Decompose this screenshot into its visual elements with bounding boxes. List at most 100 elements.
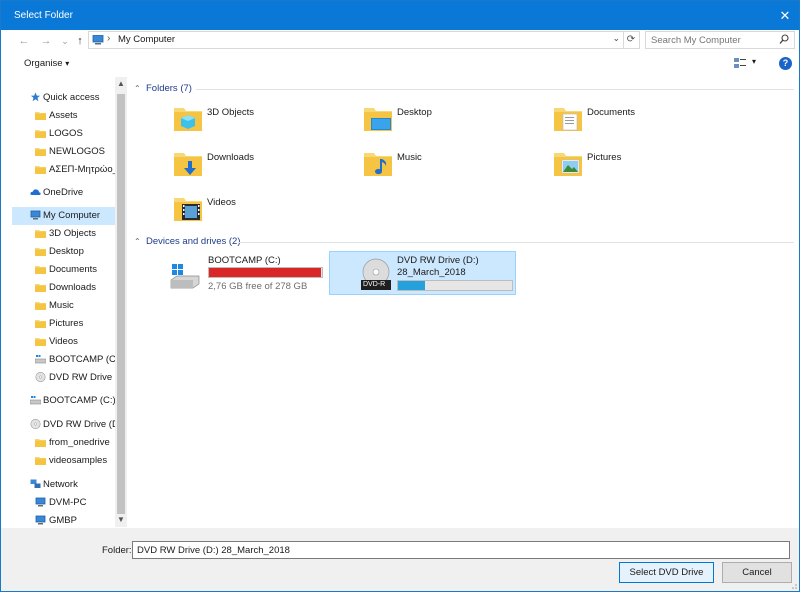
drive-dvd-rw-d[interactable]: DVD-R DVD RW Drive (D:) 28_March_2018 — [329, 251, 516, 295]
drive-icon — [30, 396, 41, 405]
sidebar-item-bootcamp-c[interactable]: BOOTCAMP (C:) — [12, 351, 115, 369]
sidebar-item-desktop[interactable]: Desktop — [12, 243, 115, 261]
drives-group-header[interactable]: ⌃ Devices and drives (2) — [134, 236, 794, 250]
sidebar-item-assets[interactable]: Assets — [12, 107, 115, 125]
sidebar-item-quick-access[interactable]: Quick access — [12, 89, 115, 107]
sidebar-item-label: GMBP — [49, 515, 77, 526]
folder-music[interactable]: Music — [363, 146, 543, 186]
drives-group-title: Devices and drives (2) — [146, 236, 241, 247]
view-options-icon[interactable] — [734, 58, 746, 68]
folder-downloads[interactable]: Downloads — [173, 146, 353, 186]
sidebar-item-network[interactable]: Network — [12, 476, 115, 494]
folder-music-icon — [364, 153, 392, 176]
forward-button[interactable]: → — [38, 33, 54, 49]
recent-locations-button[interactable]: ⌄ — [57, 33, 73, 49]
folder-icon — [35, 266, 46, 274]
star-icon — [30, 92, 41, 102]
drive-usage-fill — [209, 268, 321, 277]
sidebar-item-gmbp[interactable]: GMBP — [12, 512, 115, 527]
folder-3d-objects[interactable]: 3D Objects — [173, 101, 353, 141]
folder-icon — [35, 320, 46, 328]
sidebar-item-3d-objects[interactable]: 3D Objects — [12, 225, 115, 243]
address-dropdown-icon[interactable]: ⌄ — [612, 33, 620, 44]
folder-icon — [35, 130, 46, 138]
sidebar-item-bootcamp-c-root[interactable]: BOOTCAMP (C:) — [12, 392, 115, 410]
help-button[interactable]: ? — [779, 57, 792, 70]
breadcrumb-my-computer[interactable]: My Computer — [118, 34, 175, 45]
folder-icon — [35, 148, 46, 156]
folder-desktop[interactable]: Desktop — [363, 101, 543, 141]
navigation-scrollbar[interactable]: ▲ ▼ — [115, 77, 127, 527]
sidebar-item-pictures[interactable]: Pictures — [12, 315, 115, 333]
sidebar-item-label: Documents — [49, 264, 98, 275]
sidebar-item-label: 3D Objects — [49, 228, 96, 239]
folder-field-label: Folder: — [102, 545, 132, 556]
sidebar-item-label: DVM-PC — [49, 497, 87, 508]
sidebar-item-dvm-pc[interactable]: DVM-PC — [12, 494, 115, 512]
sidebar-item-logos[interactable]: LOGOS — [12, 125, 115, 143]
up-button[interactable]: ↑ — [72, 33, 88, 49]
folder-icon — [35, 439, 46, 447]
organise-menu[interactable]: Organise ▾ — [24, 58, 69, 69]
sidebar-item-music[interactable]: Music — [12, 297, 115, 315]
sidebar-item-label: Pictures — [49, 318, 84, 329]
sidebar-item-dvd-drive-root[interactable]: DVD RW Drive (D:) — [12, 416, 115, 434]
search-box[interactable] — [645, 31, 795, 49]
cancel-button[interactable]: Cancel — [722, 562, 792, 583]
close-button[interactable]: ✕ — [771, 1, 799, 30]
sidebar-item-my-computer[interactable]: My Computer — [12, 207, 115, 225]
sidebar-item-newlogos[interactable]: NEWLOGOS — [12, 143, 115, 161]
content-pane: ⌃ Folders (7) 3D Objects Desktop Document… — [129, 77, 799, 527]
sidebar-item-videos[interactable]: Videos — [12, 333, 115, 351]
folders-group-header[interactable]: ⌃ Folders (7) — [134, 83, 794, 97]
back-button[interactable]: ← — [16, 33, 32, 49]
search-input[interactable] — [646, 32, 771, 48]
drive-name: DVD RW Drive (D:) — [397, 255, 479, 266]
sidebar-item-label: ΑΣΕΠ-Μητρώο_ — [49, 164, 115, 175]
dialog-title: Select Folder — [14, 10, 73, 21]
sidebar-item-dvd-drive[interactable]: DVD RW Drive (D: — [12, 369, 115, 387]
sidebar-item-documents[interactable]: Documents — [12, 261, 115, 279]
computer-icon — [35, 515, 46, 525]
drive-icon — [35, 355, 46, 364]
view-options-caret-icon[interactable]: ▾ — [752, 57, 756, 66]
sidebar-item-label: BOOTCAMP (C:) — [49, 354, 115, 365]
sidebar-item-downloads[interactable]: Downloads — [12, 279, 115, 297]
computer-icon — [92, 35, 104, 45]
scroll-down-icon[interactable]: ▼ — [115, 513, 127, 527]
sidebar-item-label: videosamples — [49, 455, 108, 466]
folder-icon — [35, 284, 46, 292]
dvd-disc-label: DVD-R — [363, 281, 386, 288]
disc-icon — [30, 419, 41, 429]
address-bar[interactable]: › My Computer ⌄ — [88, 31, 624, 49]
drive-bootcamp-c[interactable]: BOOTCAMP (C:) 2,76 GB free of 278 GB — [165, 252, 325, 296]
select-dvd-drive-button[interactable]: Select DVD Drive — [619, 562, 714, 583]
sidebar-item-label: from_onedrive — [49, 437, 110, 448]
folder-label: Music — [397, 152, 422, 163]
folder-videos[interactable]: Videos — [173, 191, 353, 231]
computer-icon — [30, 210, 41, 220]
scroll-up-icon[interactable]: ▲ — [115, 77, 127, 91]
sidebar-item-label: DVD RW Drive (D:) — [43, 419, 115, 430]
folder-3d-objects-icon — [174, 108, 202, 131]
collapse-chevron-icon[interactable]: ⌃ — [134, 84, 146, 93]
resize-grip-icon[interactable] — [789, 581, 797, 589]
folder-documents[interactable]: Documents — [553, 101, 733, 141]
sidebar-item-label: Videos — [49, 336, 78, 347]
group-divider — [238, 242, 794, 243]
search-icon — [779, 34, 789, 44]
refresh-button[interactable]: ⟳ — [623, 31, 640, 49]
sidebar-item-videosamples[interactable]: videosamples — [12, 452, 115, 470]
sidebar-item-onedrive[interactable]: OneDrive — [12, 184, 115, 202]
folder-pictures[interactable]: Pictures — [553, 146, 733, 186]
sidebar-item-asep-mitroo[interactable]: ΑΣΕΠ-Μητρώο_ — [12, 161, 115, 179]
disc-icon — [35, 372, 46, 382]
folder-label: Downloads — [207, 152, 254, 163]
collapse-chevron-icon[interactable]: ⌃ — [134, 237, 146, 246]
breadcrumb-separator: › — [107, 33, 111, 44]
folder-icon — [35, 166, 46, 174]
folder-label: Pictures — [587, 152, 622, 163]
sidebar-item-from-onedrive[interactable]: from_onedrive — [12, 434, 115, 452]
folder-field[interactable] — [132, 541, 790, 559]
scrollbar-thumb[interactable] — [117, 94, 125, 514]
